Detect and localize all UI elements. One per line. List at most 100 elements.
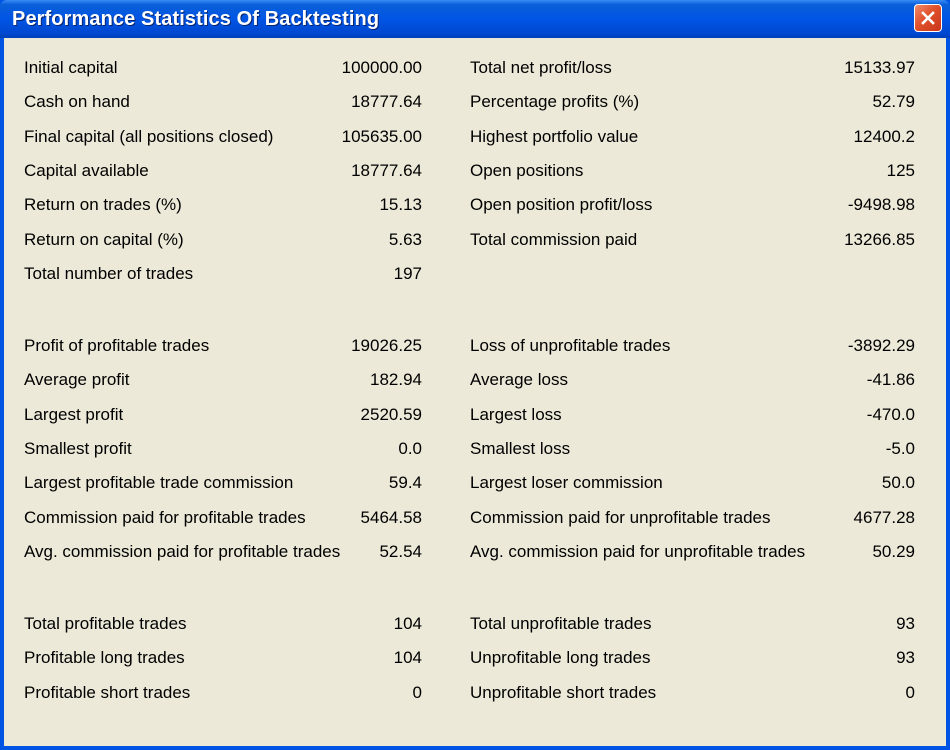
- stat-value: 0: [905, 682, 915, 702]
- stat-row: Avg. commission paid for profitable trad…: [24, 542, 422, 566]
- stat-value: 15.13: [379, 195, 422, 215]
- stat-value: 105635.00: [341, 126, 422, 146]
- stat-row: Total number of trades 197: [24, 264, 422, 288]
- stats-panel: Initial capital 100000.00 Cash on hand 1877…: [4, 38, 946, 746]
- stat-value: 5.63: [388, 229, 422, 249]
- stat-label: Profit of profitable trades: [24, 336, 210, 355]
- stat-row: Largest loser commission 50.0: [470, 473, 915, 497]
- stat-label: Total net profit/loss: [470, 58, 612, 77]
- stat-label: Loss of unprofitable trades: [470, 336, 671, 355]
- close-icon: [921, 11, 935, 25]
- stat-row: Total profitable trades 104: [24, 614, 422, 638]
- stat-label: Cash on hand: [24, 92, 130, 112]
- stat-value: 104: [393, 614, 422, 633]
- stat-row: Largest profitable trade commission 59.4: [24, 473, 422, 497]
- stats-window: Performance Statistics Of Backtesting In…: [0, 0, 950, 750]
- stat-label: Average loss: [470, 370, 568, 390]
- stat-value: 59.4: [388, 473, 422, 493]
- stat-value: 50.0: [881, 473, 915, 493]
- stat-row: Total unprofitable trades 93: [470, 614, 915, 638]
- stat-label: Return on trades (%): [24, 195, 182, 215]
- stat-label: Initial capital: [24, 58, 118, 77]
- stat-label: Unprofitable short trades: [470, 682, 657, 702]
- title-bar[interactable]: Performance Statistics Of Backtesting: [0, 0, 950, 38]
- stat-row: Open positions 125: [470, 161, 915, 185]
- stat-row: Return on trades (%) 15.13: [24, 195, 422, 219]
- stat-label: Largest profit: [24, 404, 124, 424]
- stat-label: Smallest loss: [470, 438, 571, 458]
- stat-row: Commission paid for profitable trades 546…: [24, 508, 422, 532]
- stat-value: 19026.25: [351, 336, 422, 355]
- stat-value: 4677.28: [853, 507, 915, 527]
- stat-label: Open positions: [470, 160, 584, 180]
- stat-value: 18777.64: [351, 92, 422, 112]
- stat-label: Capital available: [24, 160, 149, 180]
- stat-value: 52.54: [379, 541, 422, 561]
- stat-value: -41.86: [866, 370, 915, 390]
- stat-label: Return on capital (%): [24, 229, 184, 249]
- stat-label: Percentage profits (%): [470, 92, 640, 112]
- stat-label: Final capital (all positions closed): [24, 126, 274, 146]
- stat-value: 197: [393, 263, 422, 283]
- stat-row: Initial capital 100000.00: [24, 58, 422, 82]
- stat-label: Open position profit/loss: [470, 195, 653, 215]
- stat-value: 50.29: [872, 541, 915, 561]
- stat-value: 0.0: [398, 438, 422, 458]
- stat-value: 100000.00: [341, 58, 422, 77]
- stat-label: Largest profitable trade commission: [24, 473, 294, 493]
- stat-value: 15133.97: [844, 58, 915, 77]
- stat-row: Avg. commission paid for unprofitable tr…: [470, 542, 915, 566]
- stat-label: Unprofitable long trades: [470, 648, 651, 668]
- stat-label: Highest portfolio value: [470, 126, 639, 146]
- stat-value: -5.0: [885, 438, 915, 458]
- stat-value: 5464.58: [360, 507, 422, 527]
- stat-row: Unprofitable long trades 93: [470, 648, 915, 672]
- stat-label: Largest loser commission: [470, 473, 663, 493]
- stat-row: Profit of profitable trades 19026.25: [24, 336, 422, 360]
- stat-row: Capital available 18777.64: [24, 161, 422, 185]
- stat-label: Total profitable trades: [24, 614, 187, 633]
- stat-row: Average profit 182.94: [24, 370, 422, 394]
- stat-row: Percentage profits (%) 52.79: [470, 92, 915, 116]
- stat-value: 93: [896, 648, 915, 668]
- stat-value: 52.79: [872, 92, 915, 112]
- stat-label: Avg. commission paid for profitable trad…: [24, 541, 341, 561]
- stat-label: Largest loss: [470, 404, 562, 424]
- stat-value: 0: [412, 682, 422, 702]
- stat-row: Average loss -41.86: [470, 370, 915, 394]
- stat-value: 2520.59: [360, 404, 422, 424]
- stat-row: Unprofitable short trades 0: [470, 683, 915, 707]
- stat-row: Return on capital (%) 5.63: [24, 230, 422, 254]
- stat-value: -470.0: [866, 404, 915, 424]
- stat-row: Commission paid for unprofitable trades 4…: [470, 508, 915, 532]
- stat-value: 13266.85: [844, 229, 915, 249]
- stat-value: 104: [393, 648, 422, 668]
- stat-value: 182.94: [370, 370, 422, 390]
- window-title: Performance Statistics Of Backtesting: [12, 8, 380, 30]
- stat-value: -3892.29: [847, 336, 915, 355]
- stat-row: Highest portfolio value 12400.2: [470, 127, 915, 151]
- stat-value: 125: [886, 160, 915, 180]
- stat-row: Profitable short trades 0: [24, 683, 422, 707]
- stat-row: Open position profit/loss -9498.98: [470, 195, 915, 219]
- stat-row: Largest profit 2520.59: [24, 405, 422, 429]
- stat-value: -9498.98: [847, 195, 915, 215]
- stat-row: Final capital (all positions closed) 1056…: [24, 127, 422, 151]
- stat-row: Total commission paid 13266.85: [470, 230, 915, 254]
- stat-label: Total commission paid: [470, 229, 638, 249]
- stat-label: Average profit: [24, 370, 130, 390]
- stat-label: Profitable long trades: [24, 648, 185, 668]
- stat-row: Total net profit/loss 15133.97: [470, 58, 915, 82]
- stat-label: Profitable short trades: [24, 682, 191, 702]
- stat-label: Total number of trades: [24, 263, 194, 283]
- stat-value: 12400.2: [853, 126, 915, 146]
- stat-label: Commission paid for profitable trades: [24, 507, 306, 527]
- stat-row: Cash on hand 18777.64: [24, 92, 422, 116]
- close-button[interactable]: [914, 4, 942, 32]
- stat-value: 93: [896, 614, 915, 633]
- stat-row: Smallest profit 0.0: [24, 439, 422, 463]
- stat-label: Commission paid for unprofitable trades: [470, 507, 771, 527]
- stat-label: Smallest profit: [24, 438, 132, 458]
- stat-row: Profitable long trades 104: [24, 648, 422, 672]
- stat-row: Largest loss -470.0: [470, 405, 915, 429]
